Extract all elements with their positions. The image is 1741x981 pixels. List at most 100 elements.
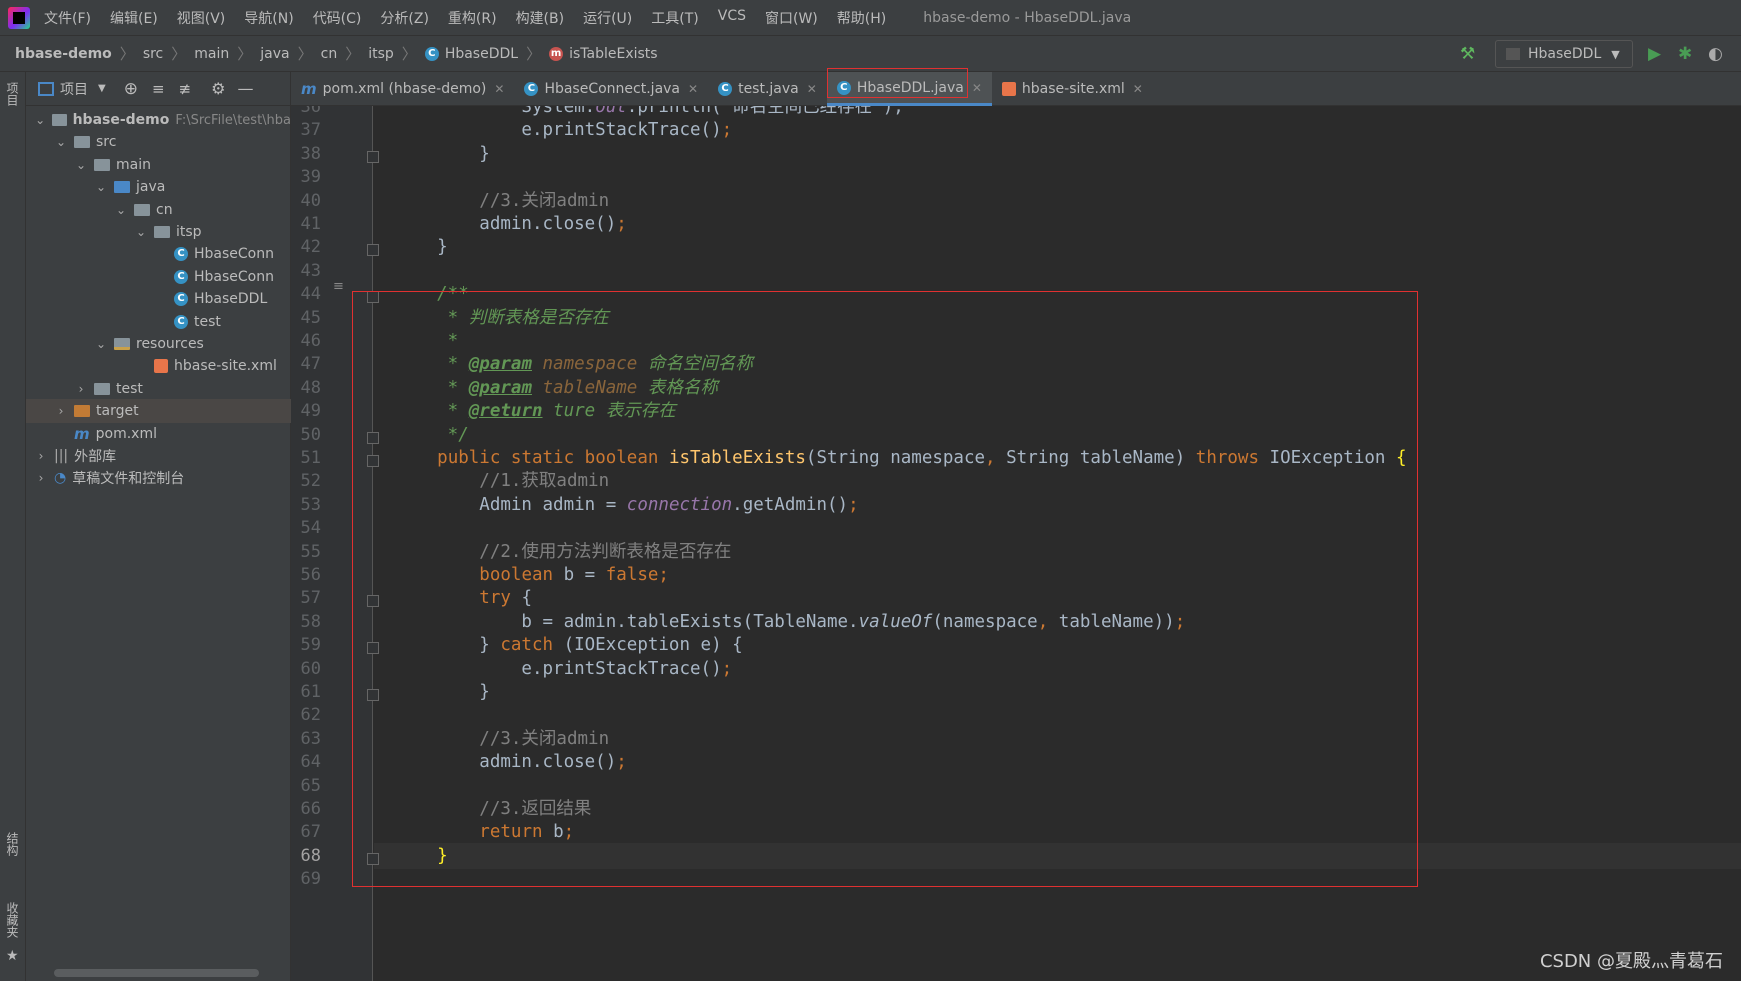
horizontal-scrollbar[interactable]	[54, 969, 259, 977]
expand-arrow-icon[interactable]: ›	[54, 404, 68, 418]
structure-tool-button[interactable]: 结构	[4, 832, 21, 856]
expand-arrow-icon[interactable]: ›	[34, 449, 48, 463]
fold-marker-icon[interactable]	[367, 291, 379, 304]
fold-marker-icon[interactable]	[367, 455, 379, 467]
tree-item[interactable]: ⌄ itsp	[26, 220, 291, 244]
expand-arrow-icon[interactable]: ⌄	[94, 180, 108, 194]
close-icon[interactable]: ✕	[494, 82, 504, 96]
expand-arrow-icon[interactable]: ⌄	[134, 225, 148, 239]
tree-item[interactable]: ⌄ hbase-demo F:\SrcFile\test\hba	[26, 108, 291, 132]
code-token: IOException	[1269, 448, 1396, 468]
code-token: *	[395, 331, 459, 351]
expand-all-icon[interactable]: ≡	[152, 80, 165, 98]
breadcrumb-class[interactable]: C HbaseDDL	[424, 46, 518, 62]
tree-item-label: itsp	[176, 224, 202, 240]
tree-item[interactable]: hbase-site.xml	[26, 354, 291, 378]
menu-item[interactable]: 代码(C)	[313, 8, 362, 28]
fold-marker-icon[interactable]	[367, 244, 379, 257]
editor-tab[interactable]: C HbaseDDL.java ✕	[826, 68, 992, 106]
code-token: tableName))	[1058, 611, 1175, 632]
close-icon[interactable]: ✕	[1133, 82, 1143, 96]
menu-item[interactable]: 窗口(W)	[765, 8, 818, 28]
coverage-icon[interactable]: ◐	[1708, 44, 1723, 64]
tree-item[interactable]: ⌄ src	[26, 130, 291, 154]
menu-item[interactable]: 构建(B)	[516, 8, 565, 28]
tree-item[interactable]: Ctest	[26, 310, 291, 334]
run-icon[interactable]: ▶	[1648, 44, 1661, 64]
expand-arrow-icon[interactable]: ›	[74, 382, 88, 396]
menu-item[interactable]: 视图(V)	[177, 8, 226, 28]
breadcrumb-method[interactable]: m isTableExists	[549, 46, 658, 62]
menu-item[interactable]: 分析(Z)	[380, 8, 429, 28]
tree-item[interactable]: ⌄ main	[26, 153, 291, 177]
tree-item[interactable]: m pom.xml	[26, 422, 291, 446]
favorites-tool-button[interactable]: 收藏夹	[4, 902, 21, 938]
tree-item[interactable]: C HbaseDDL	[26, 287, 291, 311]
code-editor[interactable]: 36 System.out.println("命名空间已经存在"); 37 e.p…	[291, 106, 1741, 981]
debug-icon[interactable]: ✱	[1678, 44, 1692, 64]
fold-marker-icon[interactable]	[367, 150, 379, 163]
menu-item[interactable]: VCS	[718, 8, 746, 28]
editor-tab[interactable]: Ctest.java ✕	[708, 72, 827, 106]
locate-icon[interactable]: ⊕	[124, 79, 138, 99]
menu-item[interactable]: 导航(N)	[244, 8, 293, 28]
code-token: ;	[563, 822, 575, 843]
tree-item[interactable]: › test	[26, 377, 291, 401]
render-doc-icon[interactable]: ≡	[333, 279, 345, 295]
expand-arrow-icon[interactable]: ⌄	[54, 135, 68, 149]
close-icon[interactable]: ✕	[688, 82, 698, 96]
close-icon[interactable]: ✕	[807, 82, 817, 96]
project-view-select[interactable]: 项目	[60, 79, 88, 99]
hide-icon[interactable]: —	[237, 79, 253, 98]
tree-item[interactable]: ⌄ resources	[26, 332, 291, 356]
expand-arrow-icon[interactable]: ⌄	[74, 158, 88, 172]
breadcrumb-item[interactable]: main	[194, 46, 229, 62]
menu-item[interactable]: 运行(U)	[583, 8, 632, 28]
tree-item[interactable]: C HbaseConn	[26, 242, 291, 266]
line-number: 53	[300, 494, 321, 515]
tree-item[interactable]: ⌄ java	[26, 175, 291, 199]
fold-marker-icon[interactable]	[367, 852, 379, 865]
fold-marker-icon[interactable]	[367, 431, 379, 444]
code-token: *	[395, 354, 469, 375]
gear-icon[interactable]: ⚙	[211, 79, 225, 98]
editor-tab[interactable]: C HbaseConnect.java ✕	[514, 72, 708, 106]
breadcrumb-item[interactable]: java	[260, 46, 289, 62]
menu-item[interactable]: 帮助(H)	[837, 8, 886, 28]
expand-arrow-icon[interactable]: ⌄	[114, 203, 128, 217]
collapse-all-icon[interactable]: ≢	[179, 80, 192, 98]
menu-item[interactable]: 重构(R)	[448, 8, 497, 28]
tree-item[interactable]: C HbaseConn	[26, 265, 291, 289]
xml-file-icon	[1001, 82, 1016, 96]
breadcrumb-project[interactable]: hbase-demo	[15, 46, 112, 62]
expand-arrow-icon[interactable]: ›	[34, 471, 48, 485]
expand-arrow-icon[interactable]: ⌄	[94, 337, 108, 351]
breadcrumb-separator: 〉	[526, 45, 542, 63]
fold-marker-icon[interactable]	[367, 595, 379, 608]
menu-item[interactable]: 工具(T)	[651, 8, 698, 28]
menu-item[interactable]: 文件(F)	[44, 8, 91, 28]
fold-marker-icon[interactable]	[367, 689, 379, 701]
expand-arrow-icon[interactable]: ⌄	[34, 113, 46, 127]
fold-marker-icon[interactable]	[367, 642, 379, 655]
breadcrumb-item[interactable]: itsp	[368, 46, 394, 62]
breadcrumb-item[interactable]: src	[143, 46, 163, 62]
chevron-down-icon[interactable]: ▼	[98, 83, 106, 94]
line-number: 44	[300, 284, 321, 305]
tree-item[interactable]: › ||| 外部库	[26, 444, 291, 468]
build-hammer-icon[interactable]: ⚒	[1460, 44, 1475, 64]
xml-file-icon	[154, 359, 168, 374]
close-icon[interactable]: ✕	[972, 81, 982, 95]
breadcrumb-item[interactable]: cn	[321, 46, 338, 62]
tree-item[interactable]: › ◔ 草稿文件和控制台	[26, 466, 291, 490]
code-token: ;	[616, 214, 627, 234]
run-configuration-select[interactable]: HbaseDDL ▼	[1495, 40, 1633, 68]
editor-tab[interactable]: m pom.xml (hbase-demo) ✕	[291, 72, 514, 106]
editor-tab[interactable]: hbase-site.xml ✕	[992, 72, 1153, 106]
tree-item[interactable]: ⌄ cn	[26, 198, 291, 222]
tree-item[interactable]: › target	[26, 399, 291, 424]
project-tool-button[interactable]: 项目	[4, 82, 21, 106]
line-number: 68	[300, 845, 321, 866]
code-token: @param	[468, 354, 532, 375]
menu-item[interactable]: 编辑(E)	[110, 8, 158, 28]
